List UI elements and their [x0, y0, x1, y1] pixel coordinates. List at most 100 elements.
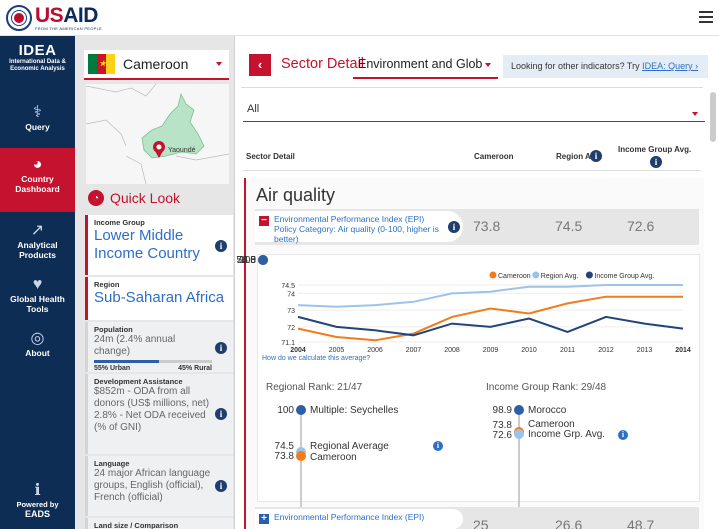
- info-icon[interactable]: i: [215, 480, 227, 492]
- back-button[interactable]: ‹: [249, 54, 271, 76]
- page-title: Sector Detail: [281, 56, 365, 72]
- population-card: Population 24m (2.4% annual change) 55% …: [85, 322, 233, 372]
- rural-label: 45% Rural: [178, 365, 212, 372]
- nav-item-country-dashboard[interactable]: ◕ Country Dashboard: [0, 148, 75, 212]
- language-card: Language 24 major African language group…: [85, 456, 233, 516]
- rank-value: 72.6: [492, 430, 512, 441]
- top-bar: USAID FROM THE AMERICAN PEOPLE: [0, 0, 719, 36]
- info-icon: i: [618, 430, 628, 440]
- nav-label: Country Dashboard: [15, 174, 60, 194]
- rank-value: 56.3: [236, 255, 256, 266]
- urban-rural-bar: [94, 360, 212, 363]
- development-assistance-label: Development Assistance: [94, 377, 183, 386]
- y-tick-label: 72: [287, 325, 295, 332]
- regional-rank: Regional Rank: 21/47: [266, 382, 363, 393]
- indicator-row[interactable]: − Environmental Performance Index (EPI) …: [255, 209, 699, 245]
- rank-dot: [258, 255, 268, 265]
- info-icon[interactable]: i: [215, 342, 227, 354]
- chart-panel: 71.1 72 73 74 74.5 2004 2005 2006 2007 2008 2009 20…: [237, 254, 700, 529]
- query-hint: Looking for other indicators? Try IDEA: …: [503, 55, 708, 78]
- info-icon[interactable]: i: [448, 221, 460, 233]
- how-calculated-link[interactable]: How do we calculate this average?: [262, 355, 370, 362]
- sector-value: Environment and Glob: [358, 57, 483, 71]
- left-nav: IDEA International Data & Economic Analy…: [0, 36, 75, 529]
- map-city-label: Yaoundé: [168, 147, 196, 154]
- rank-label: Morocco: [528, 405, 567, 416]
- rank-value: 100: [277, 405, 294, 416]
- section-title: Air quality: [256, 185, 336, 205]
- quick-look-title: Quick Look: [110, 190, 181, 206]
- idea-title: IDEA: [18, 42, 57, 59]
- hamburger-menu-icon[interactable]: [699, 11, 713, 23]
- filter-value: All: [247, 103, 260, 115]
- collapse-icon[interactable]: −: [259, 216, 269, 226]
- compass-icon: ◎: [30, 330, 45, 347]
- divider: [241, 87, 703, 88]
- region-avg-value: 26.6: [555, 517, 583, 529]
- x-tick-label: 2004: [290, 347, 306, 354]
- rank-label: Multiple: Seychelles: [310, 405, 399, 416]
- nav-item-analytical-products[interactable]: ↗ Analytical Products: [0, 222, 75, 260]
- country-name: Cameroon: [123, 56, 189, 72]
- x-tick-label: 2010: [521, 347, 537, 354]
- cameroon-flag-icon: ★: [88, 54, 115, 74]
- rank-label: Cameroon: [310, 452, 357, 463]
- y-tick-label: 73: [287, 308, 295, 315]
- scrollbar[interactable]: [710, 92, 716, 142]
- usaid-logo[interactable]: USAID FROM THE AMERICAN PEOPLE: [6, 3, 102, 33]
- info-icon[interactable]: i: [590, 150, 602, 162]
- idea-query-link[interactable]: IDEA: Query ›: [642, 61, 698, 71]
- legend-label: Income Group Avg.: [594, 273, 654, 280]
- logo-text: USAID: [35, 4, 98, 27]
- indicator-row[interactable]: + Environmental Performance Index (EPI) …: [255, 507, 699, 529]
- info-icon[interactable]: i: [650, 156, 662, 168]
- land-size-card: Land size / Comparison: [85, 518, 233, 529]
- language-label: Language: [94, 459, 130, 468]
- cameroon-value: 25: [473, 517, 489, 529]
- legend-marker: [585, 271, 593, 279]
- filter-select[interactable]: All: [243, 100, 705, 122]
- expand-icon[interactable]: +: [259, 514, 269, 524]
- nav-idea-home[interactable]: IDEA International Data & Economic Analy…: [0, 42, 75, 73]
- income-group-value: Lower Middle Income Country: [94, 227, 200, 262]
- rank-dot: [514, 429, 524, 439]
- rank-label: Income Grp. Avg.: [528, 429, 606, 440]
- indicator-name: Environmental Performance Index (EPI) Po…: [274, 214, 439, 244]
- speedometer-icon: ◔: [88, 190, 104, 206]
- nav-item-about[interactable]: ◎ About: [0, 330, 75, 358]
- rank-dot: [296, 451, 306, 461]
- country-map[interactable]: Yaoundé: [86, 84, 229, 184]
- cameroon-value: 73.8: [473, 218, 501, 234]
- dashboard-icon: ◕: [32, 156, 43, 173]
- x-tick-label: 2009: [483, 347, 499, 354]
- income-avg-value: 72.6: [627, 218, 655, 234]
- indicator-name: Environmental Performance Index (EPI): [274, 512, 425, 522]
- indicator-label[interactable]: − Environmental Performance Index (EPI) …: [255, 211, 463, 244]
- info-icon[interactable]: i: [215, 408, 227, 420]
- series-line-income-group-avg-: [297, 315, 684, 337]
- urban-label: 55% Urban: [94, 365, 131, 372]
- col-sector-detail: Sector Detail: [246, 152, 295, 161]
- rank-value: 73.8: [274, 451, 294, 462]
- x-tick-label: 2012: [598, 347, 614, 354]
- region-label: Region: [94, 280, 120, 289]
- nav-label: About: [25, 348, 50, 358]
- info-icon[interactable]: i: [215, 240, 227, 252]
- series-line-cameroon: [297, 295, 683, 342]
- powered-by-eads[interactable]: ℹ Powered by EADS: [0, 482, 75, 519]
- income-group-rank: Income Group Rank: 29/48: [486, 382, 607, 393]
- chevron-down-icon: [216, 62, 222, 66]
- x-tick-label: 2013: [637, 347, 653, 354]
- header-divider: [243, 170, 701, 171]
- nav-item-query[interactable]: ⚕ Query: [0, 104, 75, 132]
- query-icon: ⚕: [33, 104, 42, 121]
- indicator-label[interactable]: + Environmental Performance Index (EPI): [255, 509, 463, 529]
- powered-label: Powered by: [16, 500, 59, 509]
- nav-item-global-health-tools[interactable]: ♥ Global Health Tools: [0, 276, 75, 314]
- region-value: Sub-Saharan Africa: [94, 289, 225, 306]
- income-group-label: Income Group: [94, 218, 145, 227]
- country-select[interactable]: ★ Cameroon: [84, 50, 229, 80]
- chevron-down-icon: [485, 63, 491, 67]
- eads-label: EADS: [24, 509, 50, 519]
- sector-select[interactable]: Environment and Glob: [353, 51, 498, 79]
